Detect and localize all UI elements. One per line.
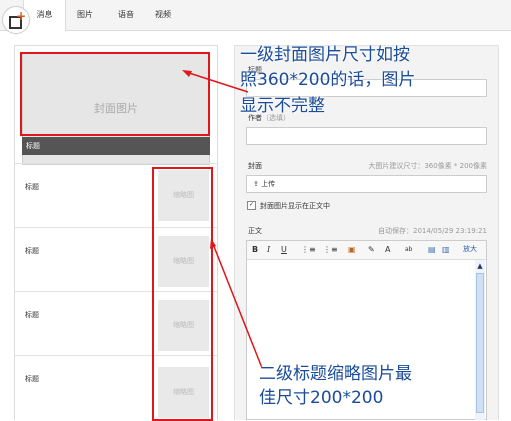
annotation-cover-line1: 一级封面图片尺寸如按 — [240, 45, 410, 65]
thumbnail-arrow — [212, 243, 263, 369]
annotation-cover-line2: 照360*200的话，图片 — [240, 70, 416, 90]
annotation-cover-line3: 显示不完整 — [240, 96, 325, 116]
cover-arrow — [185, 71, 249, 93]
cover-arrowhead — [182, 70, 192, 77]
annotation-thumb-line1: 二级标题缩略图片最 — [259, 364, 412, 384]
annotation-thumb-line2: 佳尺寸200*200 — [259, 388, 384, 408]
